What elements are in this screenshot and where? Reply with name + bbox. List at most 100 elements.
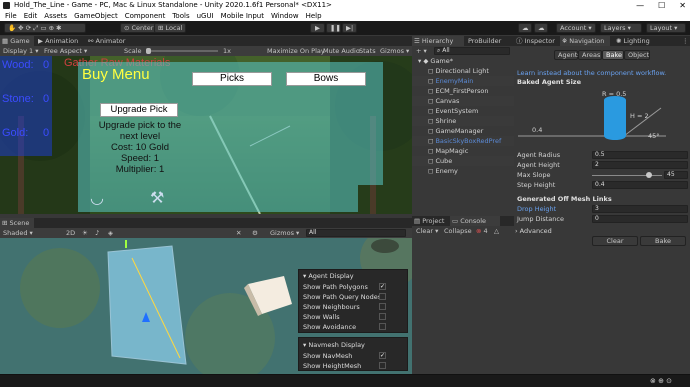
jump-distance-input[interactable]: 0 <box>592 215 688 223</box>
panel-menu-icon[interactable]: ⋮ <box>680 36 689 46</box>
tab-inspector[interactable]: ⓘ Inspector <box>514 36 558 46</box>
agent-display-header[interactable]: ▾ Agent Display <box>303 271 407 281</box>
show-walls-row[interactable]: Show Walls <box>303 312 407 322</box>
step-height-input[interactable]: 0.4 <box>592 181 688 189</box>
bows-button[interactable]: Bows <box>286 72 366 86</box>
picks-button[interactable]: Picks <box>192 72 272 86</box>
menu-file[interactable]: File <box>5 12 17 20</box>
account-dropdown[interactable]: Account ▾ <box>556 23 596 33</box>
game-canvas[interactable]: Wood: 0 Stone: 0 Gold: 0 Gather Raw Mate… <box>0 56 412 214</box>
scene-search-input[interactable]: All <box>306 229 406 237</box>
lighting-toggle-icon[interactable]: ☀ <box>80 228 88 238</box>
tools-icon[interactable]: ⚙ <box>250 228 258 238</box>
hierarchy-item[interactable]: ◻ Cube <box>412 156 514 166</box>
hierarchy-item[interactable]: ◻ MapMagic <box>412 146 514 156</box>
pivot-local-toggle[interactable]: ⊞ Local <box>154 23 187 33</box>
menu-assets[interactable]: Assets <box>44 12 67 20</box>
max-slope-input[interactable]: 45 <box>664 171 688 179</box>
show-avoidance-checkbox[interactable] <box>379 323 386 330</box>
transform-tools[interactable]: ✋ ✥ ⟳ ⤢ ▭ ⊕ ✱ <box>4 23 86 33</box>
cloud-icon[interactable]: ☁ <box>534 23 548 33</box>
show-walls-checkbox[interactable] <box>379 313 386 320</box>
console-collapse-toggle[interactable]: Collapse <box>442 226 472 236</box>
scene-camera-icon[interactable]: ✕ <box>234 228 241 238</box>
menu-component[interactable]: Component <box>125 12 166 20</box>
tab-navigation[interactable]: ⛯ Navigation <box>560 36 610 46</box>
pause-button[interactable]: ❚❚ <box>326 23 341 33</box>
bow-icon[interactable]: ◡ <box>90 188 114 210</box>
hierarchy-item[interactable]: ◻ Enemy <box>412 166 514 176</box>
menu-edit[interactable]: Edit <box>24 12 38 20</box>
tab-lighting[interactable]: ✺ Lighting <box>614 36 658 46</box>
maximize-on-play-toggle[interactable]: Maximize On Play <box>265 46 325 56</box>
collab-icon[interactable]: ☁ <box>518 23 532 33</box>
2d-toggle[interactable]: 2D <box>64 228 75 238</box>
hierarchy-item[interactable]: ◻ Directional Light <box>412 66 514 76</box>
advanced-foldout[interactable]: › Advanced <box>515 226 690 236</box>
bake-navmesh-button[interactable]: Bake <box>640 236 686 246</box>
aspect-dropdown[interactable]: Free Aspect ▾ <box>42 46 87 56</box>
maximize-icon[interactable]: ☐ <box>658 0 665 11</box>
show-neighbours-row[interactable]: Show Neighbours <box>303 302 407 312</box>
tab-project[interactable]: ▤ Project <box>412 216 448 226</box>
scale-slider[interactable] <box>146 48 218 54</box>
tab-scene[interactable]: ⊞ Scene <box>0 218 34 228</box>
tab-animation[interactable]: ▶ Animation <box>36 36 80 46</box>
show-navmesh-checkbox[interactable]: ✓ <box>379 352 386 359</box>
step-button[interactable]: ▶| <box>342 23 357 33</box>
show-path-polygons-row[interactable]: Show Path Polygons ✓ <box>303 282 407 292</box>
console-warning-icon[interactable]: △ <box>492 226 499 236</box>
show-neighbours-checkbox[interactable] <box>379 303 386 310</box>
upgrade-pick-button[interactable]: Upgrade Pick <box>100 103 178 117</box>
close-icon[interactable]: ✕ <box>679 0 686 11</box>
shading-dropdown[interactable]: Shaded ▾ <box>1 228 33 238</box>
hierarchy-item[interactable]: ◻ ECM_FirstPerson <box>412 86 514 96</box>
max-slope-slider[interactable] <box>592 172 662 178</box>
subtab-object[interactable]: Object <box>624 50 650 60</box>
hierarchy-item[interactable]: ◻ Canvas <box>412 96 514 106</box>
show-heightmesh-checkbox[interactable] <box>379 362 386 369</box>
menu-gameobject[interactable]: GameObject <box>74 12 118 20</box>
menu-help[interactable]: Help <box>306 12 322 20</box>
menu-window[interactable]: Window <box>271 12 299 20</box>
max-slope-slider-handle[interactable] <box>646 172 652 178</box>
subtab-agents[interactable]: Agents <box>554 50 581 60</box>
scene-gizmos-dropdown[interactable]: Gizmos ▾ <box>268 228 299 238</box>
agent-radius-input[interactable]: 0.5 <box>592 151 688 159</box>
show-avoidance-row[interactable]: Show Avoidance <box>303 322 407 332</box>
subtab-areas[interactable]: Areas <box>578 50 602 60</box>
hierarchy-scene-row[interactable]: ▾ ◆ Game* <box>412 56 514 66</box>
navmesh-display-header[interactable]: ▾ Navmesh Display <box>303 340 407 350</box>
agent-height-input[interactable]: 2 <box>592 161 688 169</box>
mute-audio-toggle[interactable]: Mute Audio <box>321 46 360 56</box>
hierarchy-item[interactable]: ◻ EnemyMain <box>412 76 514 86</box>
layers-dropdown[interactable]: Layers ▾ <box>600 23 642 33</box>
hierarchy-search-input[interactable]: ⌕ All <box>434 47 510 55</box>
hierarchy-item[interactable]: ◻ BasicSkyBoxRedPref <box>412 136 514 146</box>
subtab-bake[interactable]: Bake <box>602 50 624 60</box>
scene-canvas[interactable]: ▾ Agent Display Show Path Polygons ✓ Show… <box>0 238 412 374</box>
tab-probuilder[interactable]: ProBuilder <box>466 36 512 46</box>
menu-mobile-input[interactable]: Mobile Input <box>221 12 264 20</box>
layout-dropdown[interactable]: Layout ▾ <box>646 23 686 33</box>
pick-icon[interactable]: ⚒ <box>150 188 174 210</box>
menu-tools[interactable]: Tools <box>172 12 189 20</box>
hierarchy-item[interactable]: ◻ Shrine <box>412 116 514 126</box>
tab-animator[interactable]: ⚯ Animator <box>86 36 130 46</box>
show-path-query-nodes-row[interactable]: Show Path Query Nodes <box>303 292 407 302</box>
clear-navmesh-button[interactable]: Clear <box>592 236 638 246</box>
tab-game[interactable]: ▦ Game <box>0 36 34 46</box>
hierarchy-item[interactable]: ◻ GameManager <box>412 126 514 136</box>
hierarchy-create-button[interactable]: + ▾ <box>414 46 427 56</box>
gizmos-dropdown[interactable]: Gizmos ▾ <box>378 46 409 56</box>
audio-toggle-icon[interactable]: ♪ <box>93 228 99 238</box>
display-dropdown[interactable]: Display 1 ▾ <box>1 46 39 56</box>
show-navmesh-row[interactable]: Show NavMesh ✓ <box>303 351 407 361</box>
drop-height-input[interactable]: 3 <box>592 205 688 213</box>
tab-hierarchy[interactable]: ☰ Hierarchy <box>412 36 464 46</box>
hierarchy-item[interactable]: ◻ EventSystem <box>412 106 514 116</box>
show-path-query-nodes-checkbox[interactable] <box>379 293 386 300</box>
play-button[interactable]: ▶ <box>310 23 325 33</box>
show-heightmesh-row[interactable]: Show HeightMesh <box>303 361 407 371</box>
effects-toggle-icon[interactable]: ◈ <box>106 228 113 238</box>
